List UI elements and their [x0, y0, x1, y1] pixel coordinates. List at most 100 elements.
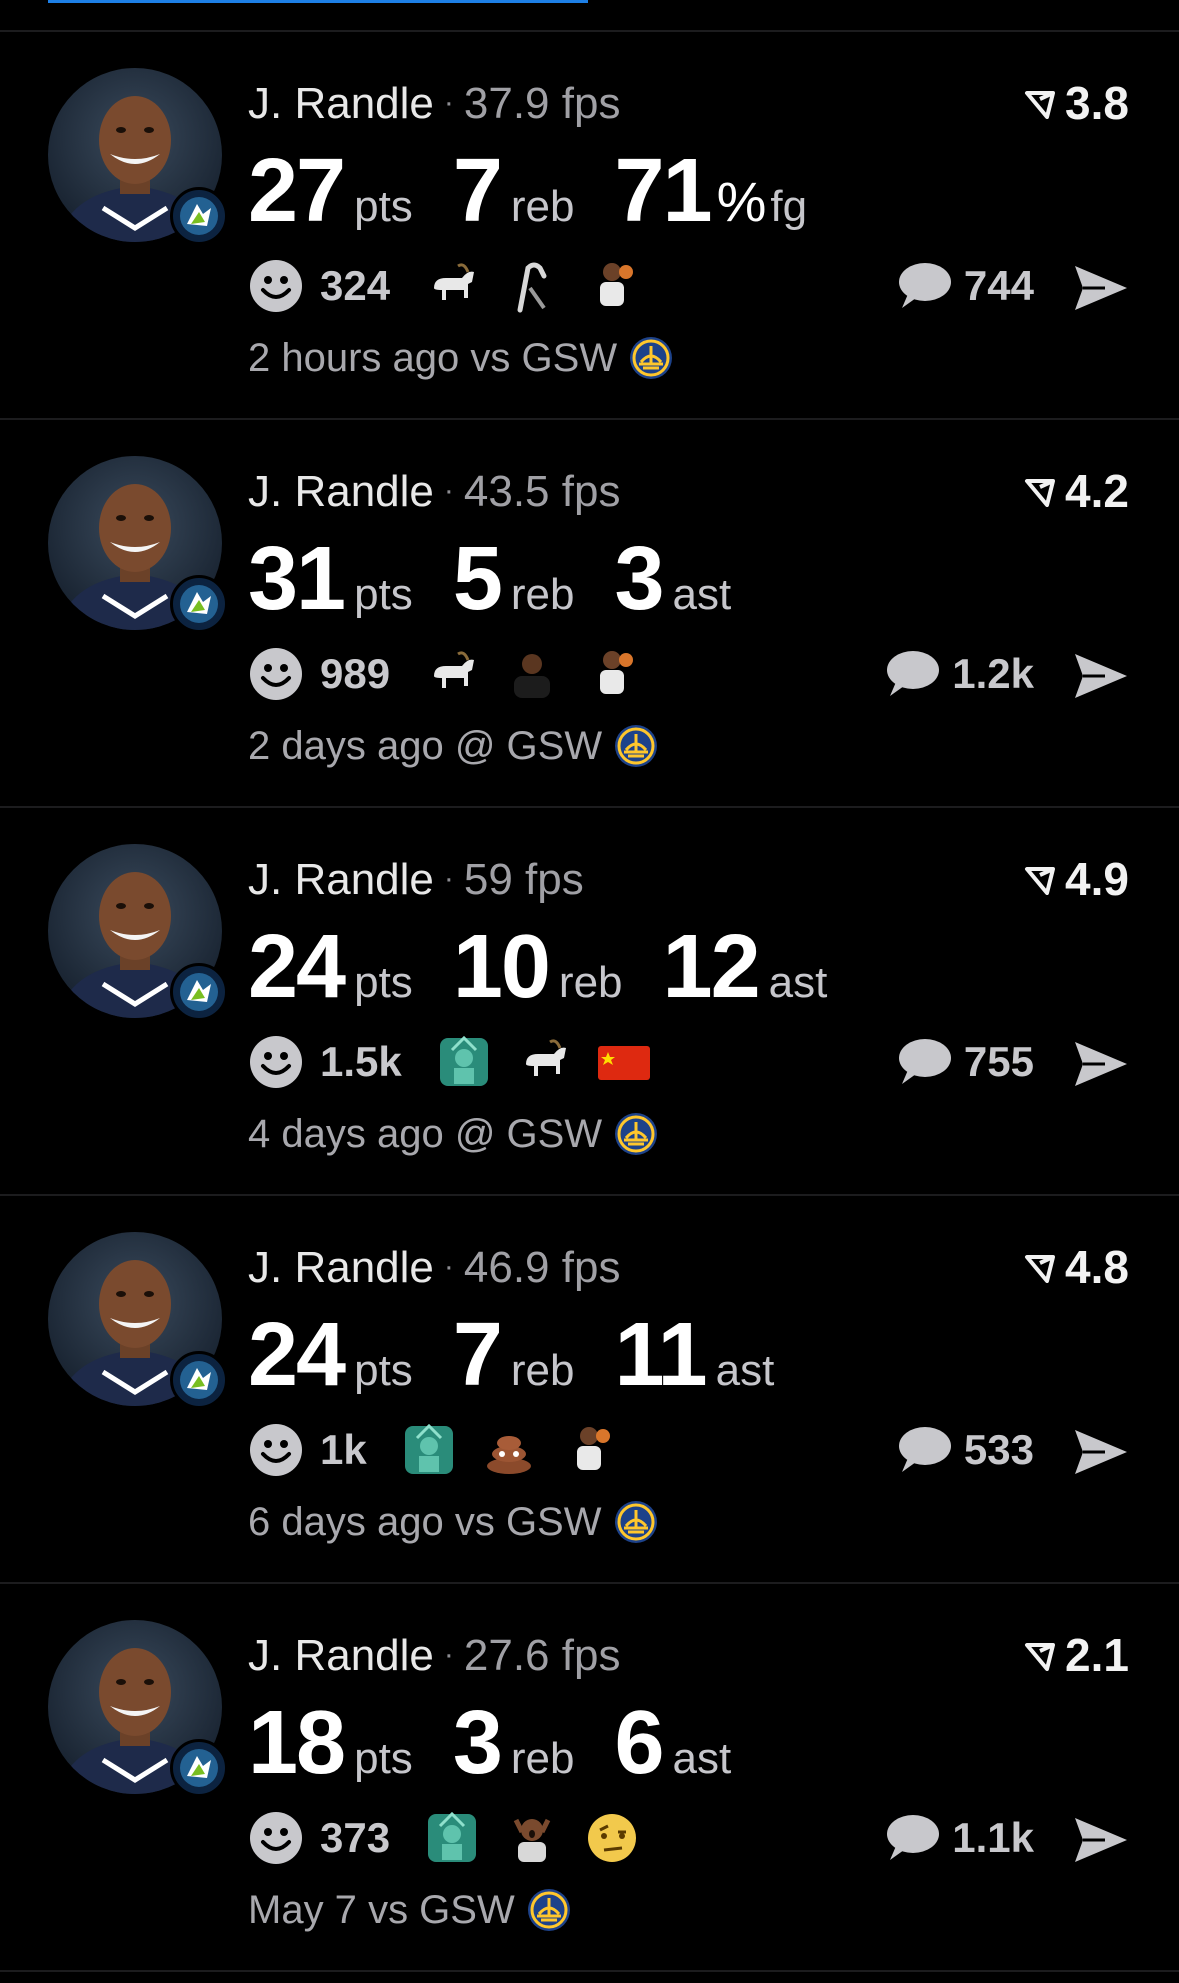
smile-reaction-icon[interactable] — [248, 1034, 304, 1090]
share-icon[interactable] — [1071, 1426, 1131, 1478]
raised-eyebrow-emoji[interactable] — [584, 1810, 640, 1866]
game-post-card[interactable]: J. Randle · 27.6 fps 2.1 18 pts 3 reb 6 ast 373 — [0, 1584, 1179, 1972]
stat-line: 18 pts 3 reb 6 ast — [248, 1688, 771, 1798]
goat-emoji[interactable] — [424, 258, 480, 314]
rating-score[interactable]: 3.8 — [1023, 76, 1129, 130]
poop-emoji[interactable] — [481, 1422, 537, 1478]
rating-score[interactable]: 4.9 — [1023, 852, 1129, 906]
comment-bubble-icon — [887, 651, 940, 696]
share-icon[interactable] — [1071, 262, 1131, 314]
reaction-count[interactable]: 373 — [320, 1814, 390, 1862]
reactions-row: 1k — [248, 1418, 629, 1482]
share-icon[interactable] — [1071, 1814, 1131, 1866]
game-post-card[interactable]: J. Randle · 46.9 fps 4.8 24 pts 7 reb 11 ast 1k — [0, 1196, 1179, 1584]
cane-emoji[interactable] — [504, 258, 560, 314]
game-post-card[interactable]: J. Randle · 43.5 fps 4.2 31 pts 5 reb 3 ast 989 — [0, 420, 1179, 808]
comments-button[interactable]: 755 — [894, 1030, 1034, 1094]
stat-line: 31 pts 5 reb 3 ast — [248, 524, 771, 634]
stat-value: 24 — [248, 917, 346, 1017]
smile-reaction-icon[interactable] — [248, 258, 304, 314]
stat-ast: 6 ast — [614, 1688, 731, 1798]
reaction-emojis[interactable] — [412, 258, 652, 314]
stat-value: 10 — [452, 917, 551, 1017]
reaction-emojis[interactable] — [389, 1422, 629, 1478]
comments-button[interactable]: 1.1k — [882, 1806, 1034, 1870]
rating-score[interactable]: 4.2 — [1023, 464, 1129, 518]
player-name[interactable]: J. Randle — [248, 79, 434, 128]
comments-button[interactable]: 1.2k — [882, 642, 1034, 706]
rating-value: 4.9 — [1065, 853, 1129, 905]
game-post-card[interactable]: J. Randle · 37.9 fps 3.8 27 pts 7 reb 71 %fg 32… — [0, 32, 1179, 420]
reaction-emojis[interactable] — [412, 646, 652, 702]
separator-dot: · — [443, 1250, 454, 1283]
reaction-count[interactable]: 1.5k — [320, 1038, 402, 1086]
statue-of-liberty-emoji[interactable] — [401, 1422, 457, 1478]
statue-of-liberty-emoji[interactable] — [424, 1810, 480, 1866]
reaction-count[interactable]: 324 — [320, 262, 390, 310]
game-info: May 7 vs GSW — [248, 1884, 571, 1936]
stat-value: 3 — [614, 529, 664, 629]
post-header: J. Randle · 43.5 fps — [248, 464, 620, 519]
game-time: May 7 — [248, 1888, 357, 1932]
game-matchup[interactable]: @ GSW — [455, 720, 602, 772]
game-matchup[interactable]: @ GSW — [455, 1108, 602, 1160]
game-matchup[interactable]: vs GSW — [470, 332, 617, 384]
reaction-emojis[interactable] — [424, 1034, 664, 1090]
reaction-count[interactable]: 989 — [320, 650, 390, 698]
comment-count: 533 — [963, 1426, 1034, 1473]
smile-reaction-icon[interactable] — [248, 1810, 304, 1866]
smile-reaction-icon[interactable] — [248, 1422, 304, 1478]
rating-score[interactable]: 4.8 — [1023, 1240, 1129, 1294]
smile-reaction-icon[interactable] — [248, 646, 304, 702]
shocked-person-emoji[interactable] — [504, 1810, 560, 1866]
game-time: 4 days ago — [248, 1112, 444, 1156]
player-emoji[interactable] — [584, 646, 640, 702]
player-name[interactable]: J. Randle — [248, 1631, 434, 1680]
rating-score[interactable]: 2.1 — [1023, 1628, 1129, 1682]
player-name[interactable]: J. Randle — [248, 467, 434, 516]
rating-value: 3.8 — [1065, 77, 1129, 129]
comments-button[interactable]: 533 — [894, 1418, 1034, 1482]
game-time: 2 days ago — [248, 724, 444, 768]
team-logo-badge — [170, 963, 228, 1021]
stat-reb: 3 reb — [453, 1688, 575, 1798]
post-header: J. Randle · 27.6 fps — [248, 1628, 620, 1683]
share-icon[interactable] — [1071, 1038, 1131, 1090]
game-matchup[interactable]: vs GSW — [368, 1884, 515, 1936]
stat-unit: pts — [354, 1734, 413, 1783]
reactions-row: 1.5k — [248, 1030, 664, 1094]
stat-unit: reb — [510, 1346, 575, 1395]
game-post-card[interactable]: J. Randle · 59 fps 4.9 24 pts 10 reb 12 ast 1.5… — [0, 808, 1179, 1196]
person-emoji[interactable] — [504, 646, 560, 702]
stat-unit: ast — [715, 1346, 775, 1395]
reaction-emojis[interactable] — [412, 1810, 652, 1866]
stat-unit: pts — [354, 1346, 413, 1395]
comment-bubble-icon — [898, 1039, 951, 1084]
player-name[interactable]: J. Randle — [248, 1243, 434, 1292]
player-name[interactable]: J. Randle — [248, 855, 434, 904]
stat-value: 5 — [452, 529, 503, 629]
stat-unit: pts — [354, 570, 413, 619]
comments-button[interactable]: 744 — [894, 254, 1034, 318]
goat-emoji[interactable] — [516, 1034, 572, 1090]
comment-count: 755 — [963, 1038, 1034, 1085]
post-header: J. Randle · 46.9 fps — [248, 1240, 620, 1295]
stat-line: 24 pts 10 reb 12 ast — [248, 912, 867, 1022]
share-icon[interactable] — [1071, 650, 1131, 702]
stat-value: 6 — [614, 1693, 664, 1793]
china-flag-emoji[interactable] — [596, 1034, 652, 1090]
statue-of-liberty-emoji[interactable] — [436, 1034, 492, 1090]
warriors-logo-icon — [615, 725, 658, 767]
player-emoji[interactable] — [561, 1422, 617, 1478]
reactions-row: 324 — [248, 254, 652, 318]
reaction-count[interactable]: 1k — [320, 1426, 367, 1474]
fantasy-points: 27.6 fps — [463, 1631, 621, 1680]
reactions-row: 989 — [248, 642, 652, 706]
stat-value: 24 — [248, 1305, 346, 1405]
stat-value: 71 — [614, 141, 712, 241]
stat-value: 27 — [248, 141, 346, 241]
goat-emoji[interactable] — [424, 646, 480, 702]
game-matchup[interactable]: vs GSW — [455, 1496, 602, 1548]
stat-pts: 24 pts — [248, 912, 413, 1022]
player-emoji[interactable] — [584, 258, 640, 314]
